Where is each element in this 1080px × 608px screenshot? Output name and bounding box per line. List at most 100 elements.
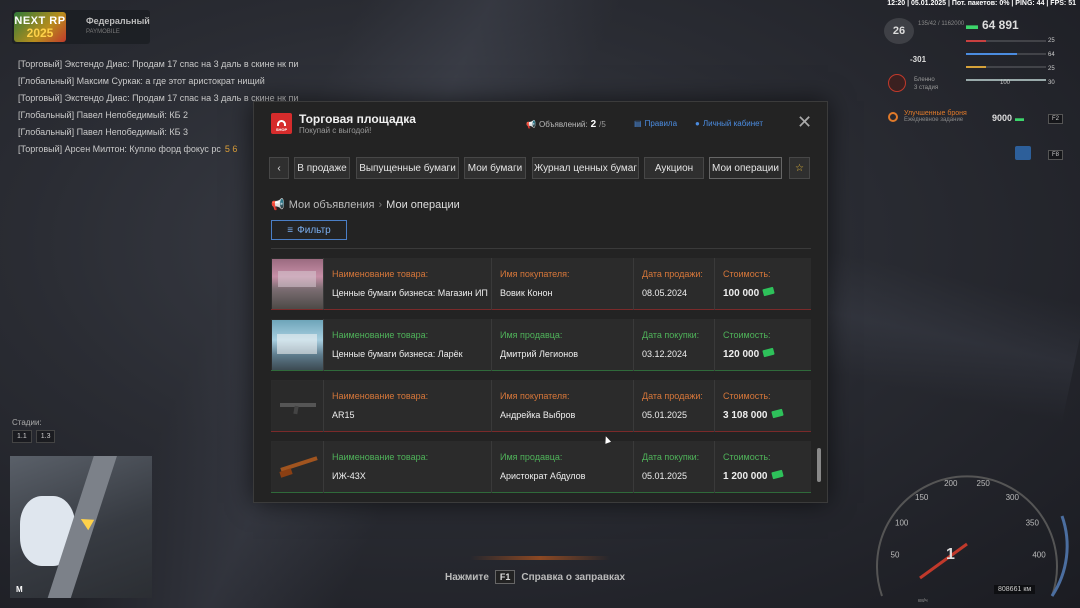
item-name-label: Наименование товара: bbox=[332, 269, 429, 279]
item-price-label: Стоимость: bbox=[723, 452, 771, 462]
hint-accent bbox=[470, 556, 610, 560]
item-name-cell: Наименование товара: Ценные бумаги бизнес… bbox=[323, 319, 493, 371]
server-info: Федеральный PAYMOBILE bbox=[86, 16, 150, 38]
ads-current: 2 bbox=[590, 119, 597, 130]
tab-item[interactable]: Выпущенные бумаги bbox=[356, 157, 459, 179]
money-icon: ▬ bbox=[1015, 113, 1025, 123]
item-name: AR15 bbox=[332, 410, 355, 420]
close-button[interactable]: ✕ bbox=[797, 112, 812, 132]
operation-date-cell: Дата покупки: 03.12.2024 bbox=[633, 319, 711, 371]
scrollbar[interactable] bbox=[817, 448, 821, 482]
megaphone-icon: 📢 bbox=[271, 199, 285, 211]
filter-button[interactable]: ≡ Фильтр bbox=[271, 220, 347, 240]
back-button[interactable]: ‹ bbox=[269, 157, 289, 179]
tab-item[interactable]: В продаже bbox=[294, 157, 350, 179]
operation-date: 05.01.2025 bbox=[642, 410, 688, 420]
tab-item[interactable]: Мои операции bbox=[709, 157, 782, 179]
wanted-icon bbox=[888, 74, 906, 92]
daily-task[interactable]: Улучшенные броня Ежедневное задание bbox=[888, 110, 967, 123]
operation-row[interactable]: Наименование товара: Ценные бумаги бизнес… bbox=[271, 258, 811, 310]
ads-label: Объявлений: bbox=[538, 120, 588, 129]
task-title: Улучшенные броня bbox=[904, 110, 967, 117]
party-name-label: Имя продавца: bbox=[500, 330, 563, 340]
sliders-icon: ≡ bbox=[287, 224, 294, 236]
operation-date-label: Дата покупки: bbox=[642, 452, 700, 462]
speed-tick-label: 250 bbox=[977, 479, 991, 488]
window-subtitle: Покупай с выгодой! bbox=[299, 126, 372, 135]
item-name-label: Наименование товара: bbox=[332, 391, 429, 401]
key-f2: F2 bbox=[1048, 114, 1064, 124]
speed-tick-label: 350 bbox=[1026, 519, 1040, 528]
brand-badge: NEXT RP 2025 bbox=[14, 12, 66, 42]
party-name-cell: Имя покупателя: Андрейка Выбров bbox=[491, 380, 631, 432]
odometer: 808661 км bbox=[994, 585, 1036, 594]
operation-date-label: Дата продажи: bbox=[642, 391, 703, 401]
item-price-label: Стоимость: bbox=[723, 269, 771, 279]
rules-link[interactable]: ▤ Правила bbox=[634, 119, 677, 128]
tab-item[interactable]: Мои бумаги bbox=[464, 157, 526, 179]
item-price: 1 200 000 bbox=[723, 469, 784, 482]
window-title: Торговая площадка bbox=[299, 112, 416, 126]
operation-date-label: Дата продажи: bbox=[642, 269, 703, 279]
item-name-cell: Наименование товара: Ценные бумаги бизнес… bbox=[323, 258, 493, 310]
money-display: ▬ 64 891 bbox=[966, 18, 1019, 32]
item-price-cell: Стоимость: 1 200 000 bbox=[714, 441, 811, 493]
operation-row[interactable]: Наименование товара: ИЖ-43Х Имя продавца: А… bbox=[271, 441, 811, 493]
stage-button[interactable]: 1.1 bbox=[12, 430, 32, 443]
party-name-label: Имя продавца: bbox=[500, 452, 563, 462]
item-name-cell: Наименование товара: AR15 bbox=[323, 380, 493, 432]
operation-row[interactable]: Наименование товара: AR15 Имя покупателя: А… bbox=[271, 380, 811, 432]
armor-bar bbox=[966, 53, 1046, 55]
speed-tick-label: 50 bbox=[891, 550, 900, 559]
operation-date-cell: Дата продажи: 05.01.2025 bbox=[633, 380, 711, 432]
item-price: 120 000 bbox=[723, 347, 775, 360]
player-exp: 135/42 / 1162000 bbox=[918, 21, 965, 27]
hint-prefix: Нажмите bbox=[445, 571, 489, 583]
operation-date: 08.05.2024 bbox=[642, 288, 688, 298]
speed-needle bbox=[919, 542, 968, 580]
item-name-label: Наименование товара: bbox=[332, 330, 429, 340]
operation-date: 03.12.2024 bbox=[642, 349, 688, 359]
item-name-cell: Наименование товара: ИЖ-43Х bbox=[323, 441, 493, 493]
cabinet-link[interactable]: ● Личный кабинет bbox=[695, 119, 763, 128]
stage-buttons: 1.1 1.3 bbox=[12, 430, 56, 443]
tab-item[interactable]: Журнал ценных бумаг bbox=[532, 157, 639, 179]
operation-row[interactable]: Наименование товара: Ценные бумаги бизнес… bbox=[271, 319, 811, 371]
item-name: Ценные бумаги бизнеса: Магазин ИП bbox=[332, 288, 488, 298]
minimap[interactable]: M bbox=[10, 456, 152, 598]
item-name-label: Наименование товара: bbox=[332, 452, 429, 462]
task-icon bbox=[888, 111, 898, 122]
list-divider bbox=[271, 248, 811, 249]
player-level: 26 bbox=[884, 18, 914, 44]
negative-value: -301 bbox=[910, 55, 927, 64]
stat-armor: 64 bbox=[1048, 52, 1055, 58]
item-name: Ценные бумаги бизнеса: Ларёк bbox=[332, 349, 463, 359]
operation-date-label: Дата покупки: bbox=[642, 330, 700, 340]
party-name-label: Имя покупателя: bbox=[500, 391, 570, 401]
speed-tick-label: 400 bbox=[1032, 550, 1046, 559]
breadcrumb-sep: › bbox=[378, 198, 383, 211]
window-header: SHOP Торговая площадка Покупай с выгодой… bbox=[254, 102, 827, 146]
wanted-label: Бленно 3 стадия bbox=[914, 77, 939, 91]
party-name: Дмитрий Легионов bbox=[500, 349, 578, 359]
calendar-icon[interactable] bbox=[1015, 146, 1031, 160]
item-thumbnail bbox=[272, 259, 323, 309]
shop-icon: SHOP bbox=[271, 113, 292, 134]
party-name: Аристократ Абдулов bbox=[500, 471, 586, 481]
breadcrumb-parent[interactable]: Мои объявления bbox=[289, 199, 375, 211]
task-reward: 9000 ▬ bbox=[992, 113, 1025, 123]
ads-max: /5 bbox=[599, 120, 606, 129]
hint-key: F1 bbox=[494, 570, 516, 584]
money-icon: ▬ bbox=[966, 18, 978, 32]
speed-tick-label: 100 bbox=[895, 519, 909, 528]
ads-counter: 📢 Объявлений: 2 /5 bbox=[526, 119, 606, 130]
server-name: Федеральный bbox=[86, 16, 150, 26]
hint-bar: Нажмите F1 Справка о заправках bbox=[445, 570, 625, 584]
party-name: Вовик Конон bbox=[500, 288, 553, 298]
stage-button[interactable]: 1.3 bbox=[35, 430, 56, 443]
operation-date: 05.01.2025 bbox=[642, 471, 688, 481]
stat-health: 25 bbox=[1048, 38, 1055, 44]
item-thumbnail bbox=[272, 442, 323, 492]
favorites-button[interactable]: ☆ bbox=[789, 157, 810, 179]
tab-item[interactable]: Аукцион bbox=[644, 157, 704, 179]
